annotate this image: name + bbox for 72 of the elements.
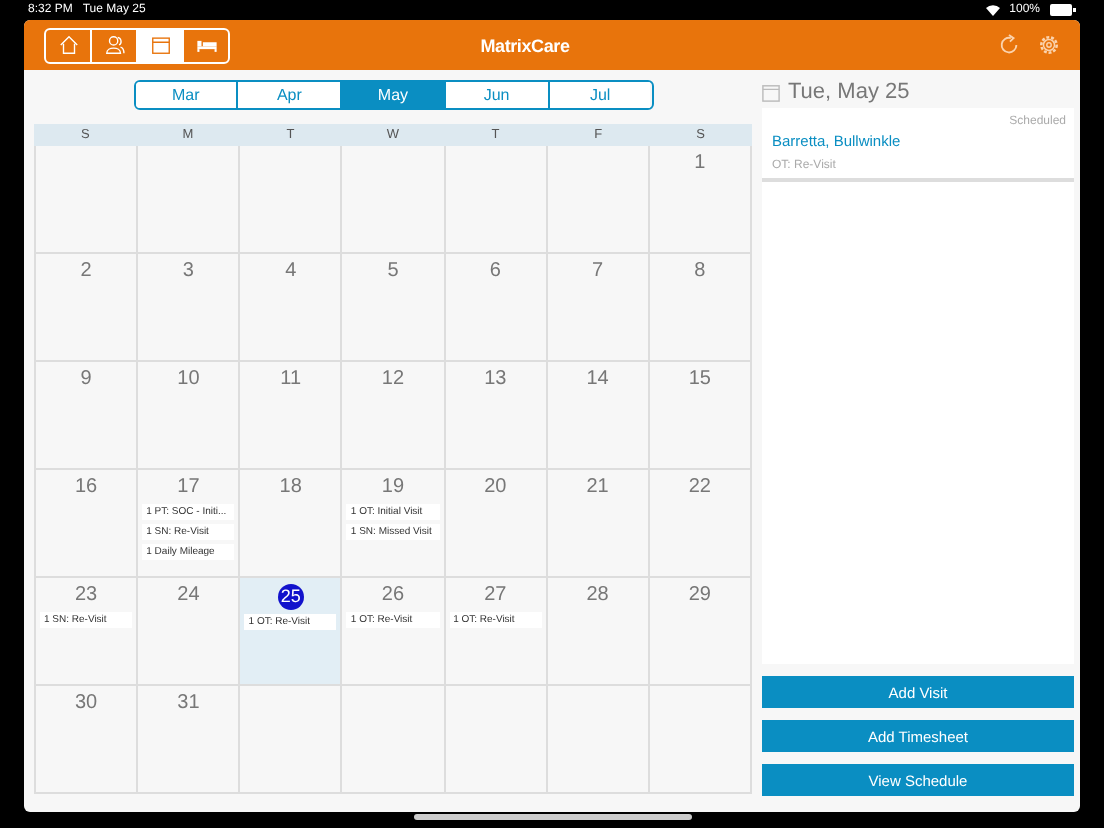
day-cell[interactable]: 20	[445, 470, 548, 578]
day-cell[interactable]: 24	[138, 578, 241, 686]
wifi-icon	[985, 4, 1000, 16]
day-number: 26	[381, 584, 405, 608]
day-cell[interactable]: 10	[138, 362, 241, 470]
day-cell[interactable]: 22	[649, 470, 752, 578]
day-number: 14	[586, 368, 609, 392]
day-cell[interactable]: 18	[240, 470, 343, 578]
day-number: 19	[381, 476, 405, 500]
day-cell[interactable]: 8	[649, 254, 752, 362]
day-cell[interactable]: 15	[649, 362, 752, 470]
day-number: 5	[387, 260, 399, 284]
selected-date-title: Tue, May 25	[788, 80, 910, 104]
home-icon	[57, 34, 79, 56]
day-number: 10	[177, 368, 200, 392]
day-number: 8	[694, 260, 706, 284]
day-number: 29	[688, 584, 711, 608]
logo: MatrixCare	[480, 35, 570, 55]
day-number: 2	[80, 260, 92, 284]
day-number: 25	[277, 584, 304, 610]
day-number: 9	[80, 368, 92, 392]
day-cell[interactable]: 31	[138, 686, 241, 794]
nav-calendar-button[interactable]	[138, 29, 184, 61]
day-number: 17	[177, 476, 200, 500]
day-number: 21	[586, 476, 609, 500]
day-number: 13	[484, 368, 507, 392]
settings-icon[interactable]	[1038, 34, 1060, 56]
day-cell[interactable]: 1	[649, 146, 752, 254]
day-number: 31	[177, 692, 200, 716]
day-cell[interactable]: 13	[445, 362, 548, 470]
day-number: 27	[484, 584, 507, 608]
day-number: 22	[688, 476, 711, 500]
day-cell[interactable]: 29	[649, 578, 752, 686]
day-number: 23	[75, 584, 98, 608]
calendar-icon	[149, 34, 171, 56]
day-number: 4	[285, 260, 297, 284]
day-cell[interactable]: 6	[445, 254, 548, 362]
day-number: 1	[694, 152, 706, 176]
day-number: 24	[177, 584, 200, 608]
day-cell[interactable]: 28	[547, 578, 650, 686]
refresh-icon[interactable]	[998, 34, 1020, 56]
day-cell[interactable]: 3	[138, 254, 241, 362]
day-cell[interactable]: 16	[36, 470, 139, 578]
day-cell[interactable]: 21	[547, 470, 650, 578]
day-cell[interactable]: 2	[36, 254, 139, 362]
month-tab[interactable]: Mar	[135, 82, 239, 108]
day-number: 15	[688, 368, 711, 392]
month-tab[interactable]: Jul	[549, 82, 651, 108]
day-number: 30	[75, 692, 98, 716]
day-number: 18	[279, 476, 302, 500]
people-icon	[103, 34, 125, 56]
day-number: 12	[381, 368, 405, 392]
day-cell[interactable]: 7	[547, 254, 650, 362]
day-cell[interactable]: 9	[36, 362, 139, 470]
month-tab[interactable]: Apr	[238, 82, 343, 108]
day-number: 16	[75, 476, 98, 500]
day-cell[interactable]: 14	[547, 362, 650, 470]
day-number: 3	[182, 260, 194, 284]
day-number: 20	[484, 476, 507, 500]
day-number: 28	[586, 584, 609, 608]
day-number: 6	[489, 260, 501, 284]
day-cell[interactable]: 12	[342, 362, 446, 470]
battery-icon	[1050, 4, 1076, 16]
calendar-icon	[762, 83, 780, 101]
day-cell[interactable]: 4	[240, 254, 343, 362]
month-tab[interactable]: Jun	[445, 82, 550, 108]
day-number: 11	[280, 368, 302, 392]
month-tab[interactable]: May	[342, 82, 446, 108]
day-cell[interactable]: 11	[240, 362, 343, 470]
day-cell[interactable]: 5	[342, 254, 446, 362]
day-cell[interactable]: 30	[36, 686, 139, 794]
day-number: 7	[591, 260, 604, 284]
